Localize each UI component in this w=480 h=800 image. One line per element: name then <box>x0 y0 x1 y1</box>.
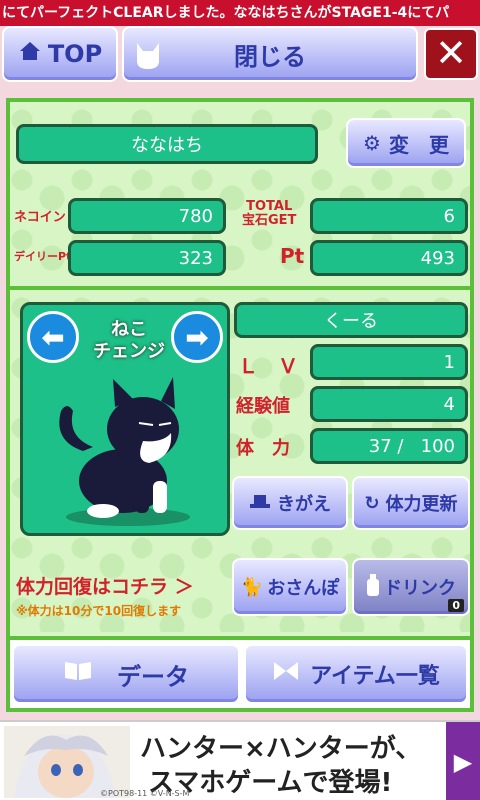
cat-icon <box>128 34 168 78</box>
pt-label: Pt <box>280 244 305 268</box>
lv-value: 1 <box>443 351 455 373</box>
recover-label: 体力回復はコチラ ＞ <box>16 576 194 598</box>
total-gem-label: TOTAL 宝石GET <box>242 200 296 228</box>
prev-cat-button[interactable]: ⬅ <box>27 311 79 363</box>
refresh-icon: ↻ <box>364 492 380 514</box>
cat-name-field: くーる <box>234 302 468 338</box>
walking-cat-icon: 🐈 <box>240 576 264 598</box>
cat-display: ⬅ ねこ チェンジ ➡ <box>20 302 230 536</box>
pt-field: 493 <box>310 240 468 276</box>
gem-label: 宝石GET <box>242 213 297 228</box>
pt-value: 493 <box>420 247 455 269</box>
top-label: TOP <box>47 40 103 68</box>
news-ticker: にてパーフェクトCLEARしました。ななはちさんがSTAGE1-4にてパ <box>0 0 480 26</box>
data-button[interactable]: データ <box>12 644 240 704</box>
hat-icon <box>249 493 271 514</box>
arrow-right-icon: ➡ <box>185 320 209 354</box>
status-panel: ななはち ⚙ 変 更 ネコイン 780 TOTAL 宝石GET 6 デイリーPt… <box>6 98 474 712</box>
daily-pt-field: 323 <box>68 240 226 276</box>
change-name-button[interactable]: ⚙ 変 更 <box>346 118 466 168</box>
cat-change-line1: ねこ <box>111 319 147 340</box>
gem-value: 6 <box>443 205 455 227</box>
close-label: 閉じる <box>234 42 306 71</box>
top-bar: TOP 閉じる ✕ <box>0 26 480 88</box>
hp-value: 37 / 100 <box>368 435 455 457</box>
ad-play-icon[interactable]: ▶ <box>446 722 480 800</box>
profile-section: ななはち ⚙ 変 更 ネコイン 780 TOTAL 宝石GET 6 デイリーPt… <box>10 102 470 282</box>
drink-button[interactable]: ドリンク 0 <box>352 558 470 616</box>
ad-credit: ©POT98-11 ©V-N-S-M <box>100 789 190 798</box>
bottom-buttons-section: データ アイテム一覧 <box>10 636 470 708</box>
refresh-hp-label: 体力更新 <box>385 494 458 515</box>
home-icon <box>18 40 42 68</box>
next-cat-button[interactable]: ➡ <box>171 311 223 363</box>
arrow-left-icon: ⬅ <box>41 320 65 354</box>
lv-label: Ｌ Ｖ <box>238 354 298 378</box>
dress-up-button[interactable]: きがえ <box>232 476 348 530</box>
daily-pt-value: 323 <box>178 247 213 269</box>
book-icon <box>63 660 93 688</box>
total-label: TOTAL <box>246 199 293 214</box>
cat-change-line2: チェンジ <box>93 341 165 362</box>
recover-note: ※体力は10分で10回復します <box>16 604 182 618</box>
ad-character-image <box>4 726 130 798</box>
player-name: ななはち <box>131 135 203 156</box>
change-label: 変 更 <box>388 132 449 157</box>
drink-count-badge: 0 <box>448 599 464 612</box>
hp-field: 37 / 100 <box>310 428 468 464</box>
hp-label: 体 力 <box>236 438 290 459</box>
item-list-label: アイテム一覧 <box>310 664 440 689</box>
close-x-button[interactable]: ✕ <box>424 28 478 80</box>
top-button[interactable]: TOP <box>2 26 118 82</box>
cat-section: ⬅ ねこ チェンジ ➡ くーる Ｌ Ｖ 1 経験値 4 体 力 37 / 100… <box>10 286 470 632</box>
daily-pt-label: デイリーPt <box>14 250 72 263</box>
item-list-button[interactable]: アイテム一覧 <box>244 644 468 704</box>
exp-field: 4 <box>310 386 468 422</box>
drink-label: ドリンク <box>384 578 456 599</box>
walk-button[interactable]: 🐈 おさんぽ <box>232 558 348 616</box>
exp-label: 経験値 <box>236 396 290 417</box>
cat-name: くーる <box>324 311 378 332</box>
refresh-hp-button[interactable]: ↻ 体力更新 <box>352 476 470 530</box>
player-name-field: ななはち <box>16 124 318 164</box>
ad-line1: ハンター×ハンターが、 <box>140 734 422 764</box>
dress-up-label: きがえ <box>277 494 331 515</box>
ribbon-icon <box>272 660 300 688</box>
gem-field: 6 <box>310 198 468 234</box>
neko-coin-field: 780 <box>68 198 226 234</box>
data-label: データ <box>117 662 189 691</box>
exp-value: 4 <box>443 393 455 415</box>
close-panel-button[interactable]: 閉じる <box>122 26 418 82</box>
walk-label: おさんぽ <box>267 578 340 599</box>
lv-field: 1 <box>310 344 468 380</box>
cat-character-image <box>59 377 190 526</box>
gear-icon: ⚙ <box>363 131 381 155</box>
ad-banner[interactable]: ハンター×ハンターが、 スマホゲームで登場! ©POT98-11 ©V-N-S-… <box>0 720 480 800</box>
neko-coin-label: ネコイン <box>14 210 66 225</box>
bottle-icon <box>366 573 380 601</box>
cat-change-label: ねこ チェンジ <box>87 319 171 363</box>
neko-coin-value: 780 <box>178 205 213 227</box>
